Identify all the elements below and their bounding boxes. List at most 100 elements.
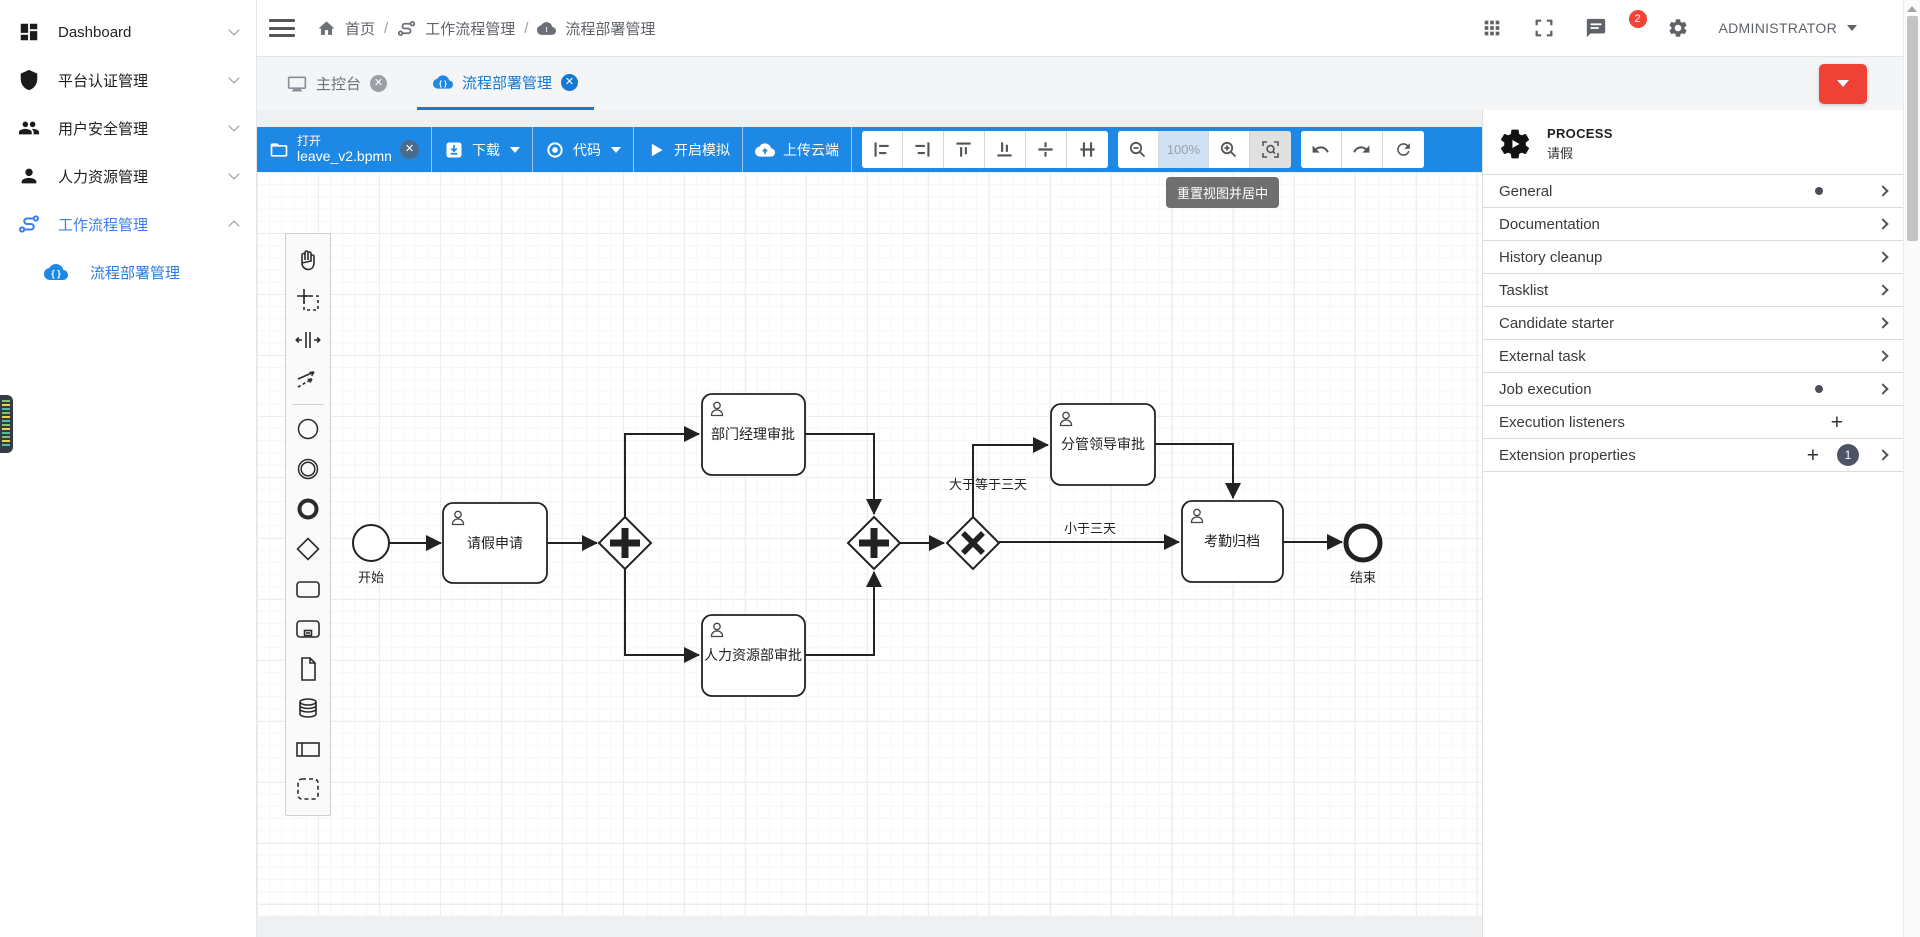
zoom-in-button[interactable]: [1208, 131, 1250, 168]
collapsed-side-widget[interactable]: [0, 395, 13, 453]
sidebar-item-platform-auth[interactable]: 平台认证管理: [0, 56, 256, 104]
align-left-button[interactable]: [861, 131, 903, 168]
sidebar-item-dashboard[interactable]: Dashboard: [0, 8, 256, 56]
create-end-event[interactable]: [286, 489, 330, 529]
add-icon[interactable]: +: [1807, 445, 1819, 466]
lasso-tool[interactable]: [286, 280, 330, 320]
user-task-hr-approval[interactable]: 人力资源部审批: [701, 614, 806, 697]
panel-section-execution-listeners[interactable]: Execution listeners +: [1483, 406, 1903, 439]
create-task[interactable]: [286, 569, 330, 609]
chevron-down-icon: [509, 146, 520, 153]
count-badge: 1: [1837, 444, 1859, 466]
create-data-store[interactable]: [286, 689, 330, 729]
user-task-leader-approval[interactable]: 分管领导审批: [1050, 403, 1156, 486]
exclusive-gateway[interactable]: [945, 515, 1001, 571]
panel-section-job-execution[interactable]: Job execution: [1483, 373, 1903, 406]
sidebar-item-workflow[interactable]: 工作流程管理: [0, 200, 256, 248]
flow-label-lt-3days: 小于三天: [1064, 521, 1116, 536]
align-bottom-button[interactable]: [984, 131, 1026, 168]
reset-view-button[interactable]: [1249, 131, 1291, 168]
create-group[interactable]: [286, 769, 330, 809]
chevron-down-icon: [228, 120, 240, 132]
global-connect-tool[interactable]: [286, 360, 330, 400]
bpmn-palette: [285, 233, 331, 816]
page-scrollbar[interactable]: [1903, 0, 1920, 937]
flow-label-gte-3days: 大于等于三天: [949, 477, 1027, 492]
chevron-down-icon: [610, 146, 621, 153]
tab-options-button[interactable]: [1819, 63, 1867, 104]
scroll-up-arrow[interactable]: [1907, 6, 1917, 12]
code-button[interactable]: 代码: [533, 127, 634, 172]
align-top-button[interactable]: [943, 131, 985, 168]
section-label: History cleanup: [1499, 248, 1603, 266]
tab-process-deploy[interactable]: { } 流程部署管理 ✕: [417, 57, 595, 110]
element-type-label: PROCESS: [1547, 126, 1613, 141]
task-label: 人力资源部审批: [704, 647, 802, 663]
undo-button[interactable]: [1300, 131, 1342, 168]
panel-section-candidate-starter[interactable]: Candidate starter: [1483, 307, 1903, 340]
hand-tool[interactable]: [286, 240, 330, 280]
chevron-down-icon: [228, 72, 240, 84]
close-icon[interactable]: ✕: [370, 75, 388, 92]
start-event[interactable]: 开始: [352, 524, 390, 585]
tab-console[interactable]: 主控台 ✕: [271, 57, 403, 110]
upload-cloud-button[interactable]: 上传云端: [743, 127, 852, 172]
align-horizontal-center-button[interactable]: [1066, 131, 1108, 168]
parallel-gateway-join[interactable]: [846, 515, 902, 571]
zoom-level-display[interactable]: 100%: [1158, 131, 1209, 168]
gear-icon[interactable]: [1667, 17, 1689, 39]
sidebar-item-user-security[interactable]: 用户安全管理: [0, 104, 256, 152]
create-data-object[interactable]: [286, 649, 330, 689]
breadcrumb-workflow[interactable]: 工作流程管理: [425, 18, 515, 39]
fullscreen-icon[interactable]: [1533, 17, 1555, 39]
sidebar-subitem-process-deploy[interactable]: { } 流程部署管理: [0, 248, 256, 296]
scrollbar-thumb[interactable]: [1906, 16, 1918, 241]
breadcrumb-home[interactable]: 首页: [345, 18, 375, 39]
end-event[interactable]: 结束: [1343, 523, 1383, 585]
svg-text:!: !: [546, 26, 548, 34]
sidebar-item-hr[interactable]: 人力资源管理: [0, 152, 256, 200]
chevron-right-icon: [1877, 383, 1889, 395]
add-icon[interactable]: +: [1831, 412, 1843, 433]
create-start-event[interactable]: [286, 409, 330, 449]
task-label: 分管领导审批: [1061, 436, 1145, 452]
bpmn-canvas[interactable]: 开始 请假申请 部门经理审批 人力资源部审批 分管领导审批 考勤归档 大于等于三…: [257, 172, 1482, 916]
open-file-button[interactable]: 打开 leave_v2.bpmn ✕: [257, 127, 432, 172]
zoom-out-button[interactable]: [1117, 131, 1159, 168]
panel-section-documentation[interactable]: Documentation: [1483, 208, 1903, 241]
panel-section-history-cleanup[interactable]: History cleanup: [1483, 241, 1903, 274]
create-intermediate-event[interactable]: [286, 449, 330, 489]
panel-section-extension-properties[interactable]: Extension properties + 1: [1483, 439, 1903, 472]
start-simulation-button[interactable]: 开启模拟: [634, 127, 743, 172]
close-icon[interactable]: ✕: [561, 73, 579, 91]
panel-section-general[interactable]: General: [1483, 175, 1903, 208]
user-task-attendance-archive[interactable]: 考勤归档: [1181, 500, 1284, 583]
panel-section-tasklist[interactable]: Tasklist: [1483, 274, 1903, 307]
download-label: 下载: [471, 141, 500, 158]
task-label: 考勤归档: [1204, 533, 1260, 549]
chevron-right-icon: [1877, 218, 1889, 230]
cloud-code-icon: { }: [44, 260, 68, 284]
user-menu[interactable]: ADMINISTRATOR: [1719, 20, 1857, 36]
create-subprocess[interactable]: [286, 609, 330, 649]
hamburger-menu-icon[interactable]: [269, 19, 295, 37]
close-file-icon[interactable]: ✕: [399, 140, 419, 159]
user-task-leave-request[interactable]: 请假申请: [442, 502, 548, 584]
panel-section-external-task[interactable]: External task: [1483, 340, 1903, 373]
palette-divider: [292, 404, 324, 405]
redo-button[interactable]: [1341, 131, 1383, 168]
apps-grid-icon[interactable]: [1481, 17, 1503, 39]
create-participant[interactable]: [286, 729, 330, 769]
align-right-button[interactable]: [902, 131, 944, 168]
space-tool[interactable]: [286, 320, 330, 360]
align-vertical-center-button[interactable]: [1025, 131, 1067, 168]
download-button[interactable]: 下载: [432, 127, 533, 172]
messages-icon[interactable]: [1585, 17, 1607, 39]
parallel-gateway-split[interactable]: [597, 515, 653, 571]
section-label: Documentation: [1499, 215, 1600, 233]
user-task-dept-manager-approval[interactable]: 部门经理审批: [701, 393, 806, 476]
create-gateway[interactable]: [286, 529, 330, 569]
section-label: Candidate starter: [1499, 314, 1615, 332]
chevron-right-icon: [1877, 185, 1889, 197]
refresh-button[interactable]: [1382, 131, 1424, 168]
